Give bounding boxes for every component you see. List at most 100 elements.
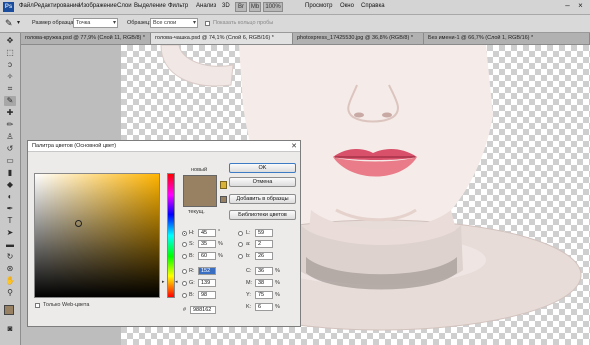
radio-saturation[interactable] (182, 242, 187, 247)
radio-green[interactable] (182, 281, 187, 286)
green-input[interactable]: 139 (198, 279, 216, 287)
bridge-icon[interactable]: Br (235, 2, 247, 12)
path-selection-tool-icon[interactable]: ➤ (4, 228, 16, 238)
blur-tool-icon[interactable]: ◆ (4, 180, 16, 190)
tab-doc-untitled[interactable]: Без имени-1 @ 66,7% (Слой 1, RGB/16) * (424, 33, 590, 44)
color-field[interactable] (34, 173, 160, 298)
cancel-button[interactable]: Отмена (229, 177, 296, 187)
menu-analysis[interactable]: Анализ (196, 3, 216, 9)
pen-tool-icon[interactable]: ✒ (4, 204, 16, 214)
move-tool-icon[interactable]: ✥ (4, 36, 16, 46)
red-label: R: (189, 268, 195, 274)
menu-3d[interactable]: 3D (222, 3, 230, 9)
tab-doc-golova-chashka[interactable]: голова-чашка.psd @ 74,1% (Слой 6, RGB/16… (151, 33, 293, 44)
web-safe-color-icon[interactable] (220, 196, 227, 203)
menu-view[interactable]: Просмотр (305, 3, 332, 9)
brightness-label: B: (189, 253, 195, 259)
3d-orbit-tool-icon[interactable]: ⊛ (4, 264, 16, 274)
eyedropper-tool-icon-panel[interactable]: ✎ (4, 96, 16, 106)
out-of-gamut-warning-icon[interactable] (220, 181, 227, 189)
marquee-tool-icon[interactable]: ⬚ (4, 48, 16, 58)
menu-window[interactable]: Окно (340, 3, 354, 9)
dialog-title: Палитра цветов (Основной цвет) (28, 141, 300, 152)
sample-select[interactable]: Все слои (150, 18, 198, 28)
hue-input[interactable]: 45 (198, 229, 216, 237)
new-color-swatch (183, 175, 217, 191)
radio-red[interactable] (182, 269, 187, 274)
3d-rotate-tool-icon[interactable]: ↻ (4, 252, 16, 262)
red-input[interactable]: 152 (198, 267, 216, 275)
radio-brightness[interactable] (182, 254, 187, 259)
zoom-level[interactable]: 100% (263, 2, 283, 12)
ok-button[interactable]: OK (229, 163, 296, 173)
tab-doc-golova-kruzhka[interactable]: голова-кружка.psd @ 77,9% (Слой 11, RGB/… (21, 33, 151, 44)
tool-preset-chevron-icon[interactable]: ▾ (17, 19, 20, 26)
hex-input[interactable]: 988162 (190, 306, 216, 314)
radio-hue[interactable] (182, 231, 187, 236)
web-colors-only-checkbox[interactable] (35, 303, 40, 308)
close-window-icon[interactable]: × (575, 1, 586, 11)
healing-brush-tool-icon[interactable]: ✚ (4, 108, 16, 118)
sample-size-select[interactable]: Точка (73, 18, 118, 28)
shape-tool-icon[interactable]: ▬ (4, 240, 16, 250)
quick-mask-icon[interactable]: ◙ (4, 324, 16, 334)
minimize-icon[interactable]: – (562, 1, 573, 11)
hue-slider-arrow-right-icon[interactable]: ◂ (175, 280, 178, 285)
zoom-tool-icon[interactable]: ⚲ (4, 288, 16, 298)
cyan-input[interactable]: 36 (255, 267, 273, 275)
b-label: b: (246, 253, 251, 259)
gradient-tool-icon[interactable]: ▮ (4, 168, 16, 178)
minibridge-icon[interactable]: Mb (249, 2, 261, 12)
history-brush-tool-icon[interactable]: ↺ (4, 144, 16, 154)
color-field-marker[interactable] (75, 220, 83, 228)
saturation-input[interactable]: 35 (198, 240, 216, 248)
lasso-tool-icon[interactable]: ↄ (4, 60, 16, 70)
eraser-tool-icon[interactable]: ▭ (4, 156, 16, 166)
dodge-tool-icon[interactable]: ◐ (4, 192, 16, 202)
hue-slider-arrow-left-icon[interactable]: ▸ (162, 280, 165, 285)
b-input[interactable]: 26 (255, 252, 273, 260)
clone-stamp-tool-icon[interactable]: ♙ (4, 132, 16, 142)
brightness-unit: % (218, 253, 223, 259)
menu-filter[interactable]: Фильтр (168, 3, 188, 9)
sample-size-label: Размер образца: (32, 20, 75, 26)
menu-image[interactable]: Изображение (79, 3, 117, 9)
radio-b[interactable] (238, 254, 243, 259)
tab-doc-photoxpress[interactable]: photoxpress_17425530.jpg @ 36,8% (RGB/8)… (293, 33, 424, 44)
hue-slider[interactable] (167, 173, 175, 298)
hue-unit: ° (218, 229, 221, 235)
magenta-input[interactable]: 38 (255, 279, 273, 287)
dialog-close-icon[interactable]: ✕ (291, 142, 297, 151)
menu-help[interactable]: Справка (361, 3, 385, 9)
brush-tool-icon[interactable]: ✏ (4, 120, 16, 130)
menu-file[interactable]: Файл (19, 3, 34, 9)
menu-select[interactable]: Выделение (134, 3, 166, 9)
radio-lightness[interactable] (238, 231, 243, 236)
magenta-label: M: (246, 280, 253, 286)
eyedropper-tool-icon[interactable]: ✎ (5, 18, 13, 28)
radio-blue[interactable] (182, 293, 187, 298)
cyan-unit: % (275, 268, 280, 274)
black-label: K: (246, 304, 252, 310)
add-to-swatches-button[interactable]: Добавить в образцы (229, 194, 296, 204)
hand-tool-icon[interactable]: ✋ (4, 276, 16, 286)
foreground-color-swatch[interactable] (4, 305, 14, 315)
menu-bar: Ps Файл Редактирование Изображение Слои … (0, 0, 590, 15)
a-input[interactable]: 2 (255, 240, 273, 248)
tools-panel: ✥ ⬚ ↄ ✧ ⌗ ✎ ✚ ✏ ♙ ↺ ▭ ▮ ◆ ◐ ✒ T ➤ ▬ ↻ ⊛ … (0, 33, 21, 345)
current-color-swatch[interactable] (183, 191, 217, 207)
brightness-input[interactable]: 60 (198, 252, 216, 260)
color-libraries-button[interactable]: Библиотеки цветов (229, 210, 296, 220)
lightness-input[interactable]: 59 (255, 229, 273, 237)
black-input[interactable]: 6 (255, 303, 273, 311)
new-color-label: новый (191, 167, 208, 173)
blue-input[interactable]: 98 (198, 291, 216, 299)
menu-layers[interactable]: Слои (117, 3, 132, 9)
quick-select-tool-icon[interactable]: ✧ (4, 72, 16, 82)
menu-edit[interactable]: Редактирование (34, 3, 80, 9)
type-tool-icon[interactable]: T (4, 216, 16, 226)
radio-a[interactable] (238, 242, 243, 247)
show-ring-checkbox[interactable] (205, 21, 210, 26)
crop-tool-icon[interactable]: ⌗ (4, 84, 16, 94)
yellow-input[interactable]: 75 (255, 291, 273, 299)
